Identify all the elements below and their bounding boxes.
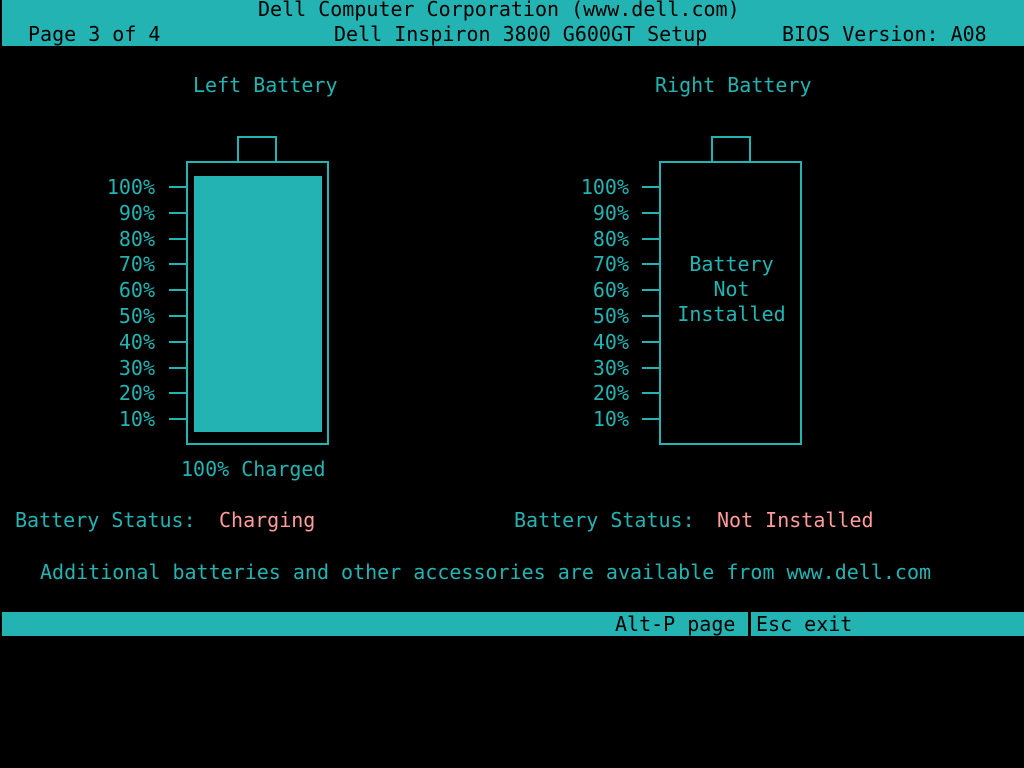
scale-tick <box>642 418 659 421</box>
scale-label: 70% <box>118 252 155 277</box>
scale-tick <box>169 237 186 240</box>
scale-label: 60% <box>118 278 155 303</box>
scale-tick <box>642 366 659 369</box>
left-battery-fill <box>194 176 322 432</box>
scale-tick <box>169 289 186 292</box>
scale-label: 70% <box>592 252 629 277</box>
scale-tick <box>642 315 659 317</box>
scale-tick <box>642 340 659 343</box>
scale-tick <box>169 263 186 266</box>
scale-tick <box>169 392 186 395</box>
scale-label: 40% <box>592 329 629 354</box>
scale-tick <box>169 315 186 317</box>
scale-tick <box>169 186 186 188</box>
scale-label: 100% <box>580 175 629 199</box>
right-status-value: Not Installed <box>717 508 874 532</box>
left-battery-charged-label: 100% Charged <box>181 457 326 481</box>
scale-label: 80% <box>118 226 155 251</box>
scale-label: 90% <box>592 200 629 225</box>
left-battery-title: Left Battery <box>193 73 338 97</box>
scale-label: 90% <box>118 200 155 225</box>
footer-bar <box>2 612 1024 636</box>
left-battery-cap <box>237 136 277 163</box>
scale-tick <box>642 289 659 292</box>
scale-label: 40% <box>118 329 155 354</box>
exit-key-hint[interactable]: Esc exit <box>756 612 852 636</box>
scale-tick <box>642 186 659 188</box>
battery-not-installed-message: Battery Not Installed <box>662 252 801 327</box>
bios-version: BIOS Version: A08 <box>782 22 987 46</box>
scale-tick <box>642 263 659 266</box>
scale-label: 20% <box>592 381 629 406</box>
right-battery-cap <box>711 136 751 163</box>
page-indicator: Page 3 of 4 <box>28 22 161 46</box>
right-status-label: Battery Status: <box>514 508 695 532</box>
scale-label: 30% <box>592 355 629 380</box>
scale-label: 100% <box>106 175 155 199</box>
accessories-note: Additional batteries and other accessori… <box>40 560 932 584</box>
scale-label: 50% <box>592 304 629 328</box>
scale-label: 10% <box>592 407 629 432</box>
scale-tick <box>642 237 659 240</box>
message-line: Installed <box>677 302 786 326</box>
scale-label: 10% <box>118 407 155 432</box>
scale-label: 20% <box>118 381 155 406</box>
scale-label: 80% <box>592 226 629 251</box>
scale-tick <box>169 340 186 343</box>
scale-tick <box>169 366 186 369</box>
vendor-title: Dell Computer Corporation (www.dell.com) <box>258 0 740 21</box>
message-line: Not <box>713 277 750 301</box>
scale-tick <box>169 418 186 421</box>
left-status-label: Battery Status: <box>15 508 196 532</box>
scale-label: 60% <box>592 278 629 303</box>
scale-tick <box>169 211 186 214</box>
scale-label: 50% <box>118 304 155 328</box>
left-status-value: Charging <box>219 508 316 532</box>
page-key-hint[interactable]: Alt-P page <box>615 612 735 636</box>
scale-tick <box>642 211 659 214</box>
scale-label: 30% <box>118 355 155 380</box>
footer-separator <box>748 612 751 636</box>
message-line: Battery <box>689 252 774 276</box>
setup-title: Dell Inspiron 3800 G600GT Setup <box>334 22 708 46</box>
right-battery-title: Right Battery <box>655 73 812 97</box>
scale-tick <box>642 392 659 395</box>
